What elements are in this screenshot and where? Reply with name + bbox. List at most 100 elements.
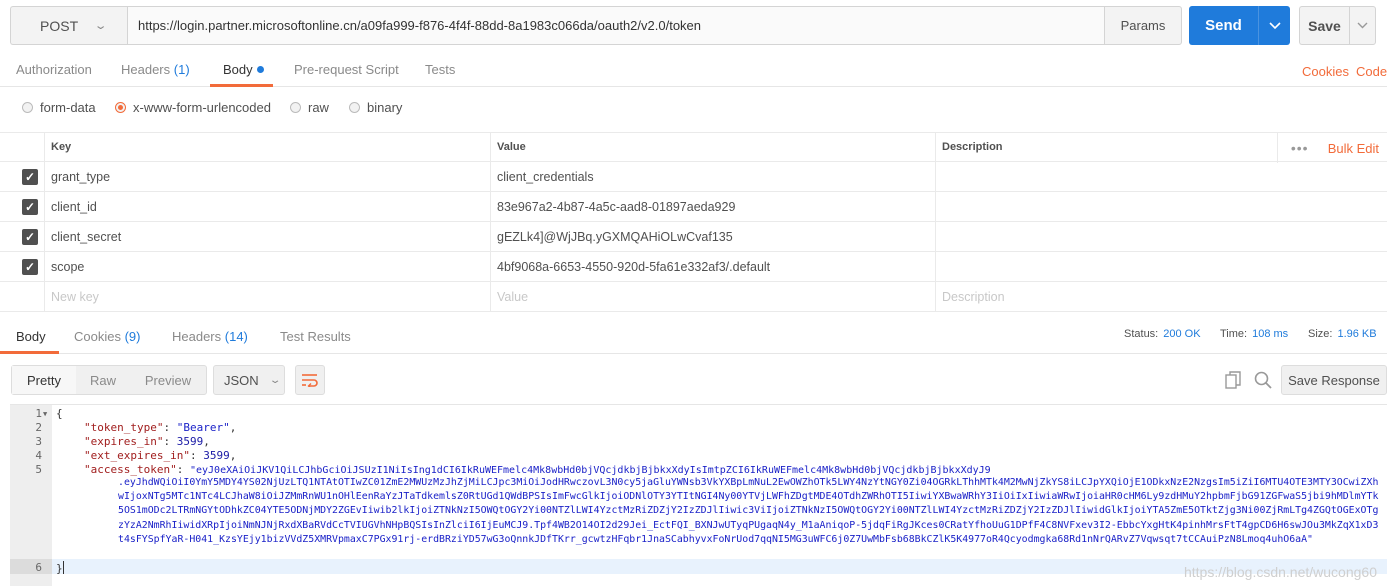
request-bar: POST ⌄ https://login.partner.microsofton… xyxy=(10,6,1387,45)
tab-test-results[interactable]: Test Results xyxy=(280,329,351,344)
more-options-icon[interactable]: ••• xyxy=(1276,133,1322,163)
search-icon[interactable] xyxy=(1253,370,1273,390)
json-key: "access_token" xyxy=(84,463,177,476)
header-check-cell xyxy=(0,133,44,161)
row-value[interactable]: client_credentials xyxy=(490,162,935,191)
format-select[interactable]: JSON ⌄ xyxy=(213,365,285,395)
new-description-input[interactable]: Description xyxy=(935,282,1387,311)
tab-tests[interactable]: Tests xyxy=(425,62,455,77)
row-key[interactable]: client_id xyxy=(44,192,490,221)
tab-resp-headers-count: (14) xyxy=(224,329,248,344)
chevron-down-icon: ⌄ xyxy=(268,374,282,386)
url-input[interactable]: https://login.partner.microsoftonline.cn… xyxy=(127,6,1104,45)
tab-body-label: Body xyxy=(223,62,253,77)
line-number: 6 xyxy=(35,561,42,574)
tab-headers-label: Headers xyxy=(121,62,171,77)
radio-form-data[interactable]: form-data xyxy=(22,100,96,115)
wrap-lines-icon xyxy=(302,374,318,387)
chevron-down-icon xyxy=(1268,21,1281,29)
row-key[interactable]: client_secret xyxy=(44,222,490,251)
code-link[interactable]: Code xyxy=(1356,64,1387,79)
params-table: Key Value Description ••• Bulk Edit ✓ gr… xyxy=(0,132,1387,312)
table-row: ✓ client_id 83e967a2-4b87-4a5c-aad8-0189… xyxy=(0,192,1387,222)
row-value[interactable]: 83e967a2-4b87-4a5c-aad8-01897aeda929 xyxy=(490,192,935,221)
tab-prerequest-script[interactable]: Pre-request Script xyxy=(294,62,399,77)
save-response-button[interactable]: Save Response xyxy=(1281,365,1387,395)
json-key: "expires_in" xyxy=(84,435,164,448)
row-description[interactable] xyxy=(935,162,1387,191)
tab-response-cookies[interactable]: Cookies (9) xyxy=(74,329,140,344)
table-row-new: New key Value Description xyxy=(0,282,1387,312)
tab-response-body[interactable]: Body xyxy=(16,329,46,344)
json-key: "ext_expires_in" xyxy=(84,449,190,462)
code-line: "token_type": "Bearer", xyxy=(84,421,237,434)
radio-selected-icon xyxy=(115,102,126,113)
row-description[interactable] xyxy=(935,192,1387,221)
code-line: "expires_in": 3599, xyxy=(84,435,210,448)
response-toolbar: Pretty Raw Preview JSON ⌄ Save Response xyxy=(11,365,1387,395)
new-value-input[interactable]: Value xyxy=(490,282,935,311)
radio-raw[interactable]: raw xyxy=(290,100,329,115)
radio-circle-icon xyxy=(290,102,301,113)
send-dropdown-button[interactable] xyxy=(1258,6,1290,45)
tab-resp-headers-label: Headers xyxy=(172,329,222,344)
table-row: ✓ client_secret gEZLk4]@WjJBq.yGXMQAHiOL… xyxy=(0,222,1387,252)
size-readout: Size: 1.96 KB xyxy=(1308,328,1377,340)
tab-headers-count: (1) xyxy=(173,62,190,77)
checkbox-checked-icon[interactable]: ✓ xyxy=(22,169,38,185)
radio-raw-label: raw xyxy=(308,100,329,115)
table-header: Key Value Description ••• Bulk Edit xyxy=(0,132,1387,163)
status-value[interactable]: 200 OK xyxy=(1163,328,1200,340)
row-value[interactable]: gEZLk4]@WjJBq.yGXMQAHiOLwCvaf135 xyxy=(490,222,935,251)
tab-authorization[interactable]: Authorization xyxy=(16,62,92,77)
row-check-cell: ✓ xyxy=(0,192,44,221)
active-tab-indicator xyxy=(210,84,273,87)
view-mode-switcher: Pretty Raw Preview xyxy=(11,365,207,395)
table-row: ✓ scope 4bf9068a-6653-4550-920d-5fa61e33… xyxy=(0,252,1387,282)
line-number: 2 xyxy=(35,421,42,434)
tab-body[interactable]: Body xyxy=(223,62,264,77)
send-button[interactable]: Send xyxy=(1189,6,1258,45)
cookies-link[interactable]: Cookies xyxy=(1302,64,1349,79)
radio-binary[interactable]: binary xyxy=(349,100,402,115)
table-row: ✓ grant_type client_credentials xyxy=(0,162,1387,192)
row-description[interactable] xyxy=(935,252,1387,281)
row-check-cell: ✓ xyxy=(0,222,44,251)
bulk-edit-link[interactable]: Bulk Edit xyxy=(1322,141,1387,156)
watermark: https://blog.csdn.net/wucong60 xyxy=(1183,564,1377,580)
new-key-input[interactable]: New key xyxy=(44,282,490,311)
brace: { xyxy=(56,407,63,420)
params-button[interactable]: Params xyxy=(1104,6,1182,45)
radio-circle-icon xyxy=(349,102,360,113)
save-button[interactable]: Save xyxy=(1299,6,1349,45)
radio-urlencoded-label: x-www-form-urlencoded xyxy=(133,100,271,115)
checkbox-checked-icon[interactable]: ✓ xyxy=(22,229,38,245)
url-text: https://login.partner.microsoftonline.cn… xyxy=(138,18,702,33)
copy-icon[interactable] xyxy=(1223,370,1243,390)
json-number: 3599 xyxy=(176,435,204,448)
json-number: 3599 xyxy=(203,449,230,462)
preview-button[interactable]: Preview xyxy=(130,366,206,394)
checkbox-checked-icon[interactable]: ✓ xyxy=(22,259,38,275)
raw-button[interactable]: Raw xyxy=(76,366,130,394)
pretty-button[interactable]: Pretty xyxy=(12,366,76,394)
method-select[interactable]: POST ⌄ xyxy=(10,6,127,45)
response-code-viewer[interactable]: 1 ▼ 2 3 4 5 6 { "token_type": "Bearer", … xyxy=(10,404,1387,586)
header-tools: ••• Bulk Edit xyxy=(1276,133,1387,163)
size-value[interactable]: 1.96 KB xyxy=(1337,328,1376,340)
tab-headers[interactable]: Headers (1) xyxy=(121,62,190,77)
save-dropdown-button[interactable] xyxy=(1349,6,1376,45)
row-check-cell: ✓ xyxy=(0,252,44,281)
checkbox-checked-icon[interactable]: ✓ xyxy=(22,199,38,215)
wrap-lines-button[interactable] xyxy=(295,365,325,395)
row-description[interactable] xyxy=(935,222,1387,251)
radio-form-data-label: form-data xyxy=(40,100,96,115)
tab-response-headers[interactable]: Headers (14) xyxy=(172,329,248,344)
row-value[interactable]: 4bf9068a-6653-4550-920d-5fa61e332af3/.de… xyxy=(490,252,935,281)
row-key[interactable]: scope xyxy=(44,252,490,281)
radio-x-www-form-urlencoded[interactable]: x-www-form-urlencoded xyxy=(115,100,271,115)
row-key[interactable]: grant_type xyxy=(44,162,490,191)
format-label: JSON xyxy=(224,372,259,388)
time-value[interactable]: 108 ms xyxy=(1252,328,1288,340)
fold-arrow-icon[interactable]: ▼ xyxy=(43,410,47,418)
